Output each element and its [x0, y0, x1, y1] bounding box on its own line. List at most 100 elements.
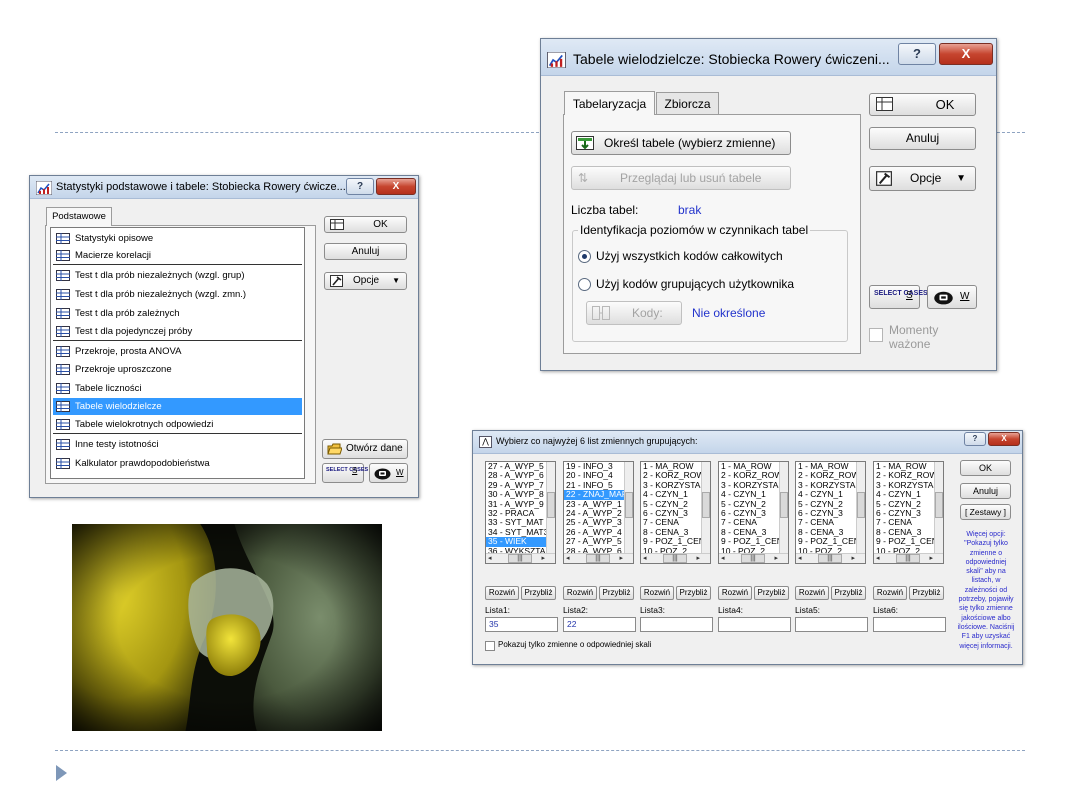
tab-tabelaryzacja[interactable]: Tabelaryzacja: [564, 91, 655, 115]
list-item[interactable]: 1 - MA_ROW: [641, 462, 710, 471]
close-button[interactable]: X: [939, 43, 993, 65]
list-item[interactable]: 1 - MA_ROW: [796, 462, 865, 471]
vertical-scrollbar[interactable]: [546, 462, 555, 554]
scroll-thumb[interactable]: [780, 492, 788, 518]
scroll-left-icon[interactable]: ◂: [876, 554, 880, 563]
weight-button[interactable]: W: [927, 285, 977, 309]
scroll-left-icon[interactable]: ◂: [798, 554, 802, 563]
list-item[interactable]: Przekroje uproszczone: [53, 361, 302, 378]
list-item[interactable]: 6 - CZYN_3: [641, 509, 710, 518]
horizontal-scrollbar[interactable]: ◂ ||| ▸: [874, 553, 943, 563]
scroll-right-icon[interactable]: ▸: [696, 554, 700, 563]
scroll-right-icon[interactable]: ▸: [774, 554, 778, 563]
variable-list-2[interactable]: 19 - INFO_3 20 - INFO_4 21 - INFO_5 22 - ZN…: [563, 461, 634, 564]
list-item[interactable]: 20 - INFO_4: [564, 471, 633, 480]
list-item[interactable]: 29 - A_WYP_7: [486, 481, 555, 490]
list-item[interactable]: 22 - ZNAJ_MAR: [564, 490, 633, 500]
list-value-input[interactable]: [718, 617, 791, 632]
scroll-left-icon[interactable]: ◂: [643, 554, 647, 563]
weighted-moments-checkbox[interactable]: Momenty ważone: [869, 323, 979, 355]
list-item[interactable]: 28 - A_WYP_6: [486, 471, 555, 480]
list-item[interactable]: 27 - A_WYP_5: [486, 462, 555, 471]
vertical-scrollbar[interactable]: [856, 462, 865, 554]
list-item[interactable]: 32 - PRACA: [486, 509, 555, 518]
list-item[interactable]: 6 - CZYN_3: [796, 509, 865, 518]
scroll-thumb[interactable]: [625, 492, 633, 518]
zoom-button[interactable]: Przybliż: [909, 586, 944, 600]
help-button[interactable]: ?: [964, 432, 986, 446]
list-item[interactable]: 2 - KORZ_ROW: [641, 471, 710, 480]
list-item[interactable]: 24 - A_WYP_2: [564, 509, 633, 518]
list-item[interactable]: 19 - INFO_3: [564, 462, 633, 471]
sets-button[interactable]: [ Zestawy ]: [960, 504, 1011, 520]
list-item[interactable]: 4 - CZYN_1: [874, 490, 943, 499]
list-item[interactable]: Macierze korelacji: [53, 247, 302, 264]
list-item[interactable]: 23 - A_WYP_1: [564, 500, 633, 509]
codes-button[interactable]: Kody:: [586, 301, 682, 325]
tab-podstawowe[interactable]: Podstawowe: [46, 207, 112, 226]
scroll-thumb[interactable]: [857, 492, 865, 518]
list-item[interactable]: 35 - WIEK: [486, 537, 555, 547]
expand-button[interactable]: Rozwiń: [485, 586, 519, 600]
horizontal-scrollbar[interactable]: ◂ ||| ▸: [564, 553, 633, 563]
scroll-left-icon[interactable]: ◂: [721, 554, 725, 563]
list-item[interactable]: 5 - CZYN_2: [641, 500, 710, 509]
cancel-button[interactable]: Anuluj: [869, 127, 976, 150]
list-item[interactable]: 3 - KORZYSTA3: [796, 481, 865, 490]
list-item[interactable]: 4 - CZYN_1: [796, 490, 865, 499]
variable-list-6[interactable]: 1 - MA_ROW 2 - KORZ_ROW 3 - KORZYSTA3 4 - C…: [873, 461, 944, 564]
list-item[interactable]: 9 - POZ_1_CENA: [874, 537, 943, 546]
horizontal-scrollbar[interactable]: ◂ ||| ▸: [486, 553, 555, 563]
help-button[interactable]: ?: [346, 178, 374, 195]
list-item[interactable]: 34 - SYT_MAT3: [486, 528, 555, 537]
expand-button[interactable]: Rozwiń: [795, 586, 829, 600]
zoom-button[interactable]: Przybliż: [676, 586, 711, 600]
select-cases-button[interactable]: SELECT CASES S: [869, 285, 928, 309]
list-item[interactable]: 5 - CZYN_2: [796, 500, 865, 509]
horizontal-scrollbar[interactable]: ◂ ||| ▸: [796, 553, 865, 563]
analysis-list[interactable]: Statystyki opisowe Macierze korelacji Test…: [50, 227, 305, 479]
list-item[interactable]: 1 - MA_ROW: [719, 462, 788, 471]
list-item[interactable]: 1 - MA_ROW: [874, 462, 943, 471]
variable-list-5[interactable]: 1 - MA_ROW 2 - KORZ_ROW 3 - KORZYSTA3 4 - C…: [795, 461, 866, 564]
list-item[interactable]: 7 - CENA: [641, 518, 710, 527]
list-item[interactable]: 8 - CENA_3: [641, 528, 710, 537]
list-item[interactable]: 5 - CZYN_2: [719, 500, 788, 509]
list-item[interactable]: Test t dla prób niezależnych (wzgl. grup…: [53, 267, 302, 284]
cancel-button[interactable]: Anuluj: [324, 243, 407, 260]
expand-button[interactable]: Rozwiń: [563, 586, 597, 600]
list-item[interactable]: 7 - CENA: [874, 518, 943, 527]
scroll-right-icon[interactable]: ▸: [851, 554, 855, 563]
list-value-input[interactable]: 22: [563, 617, 636, 632]
list-item[interactable]: 8 - CENA_3: [796, 528, 865, 537]
close-button[interactable]: X: [988, 432, 1020, 446]
list-item[interactable]: 33 - SYT_MAT: [486, 518, 555, 527]
list-item[interactable]: 7 - CENA: [796, 518, 865, 527]
vertical-scrollbar[interactable]: [934, 462, 943, 554]
list-value-input[interactable]: 35: [485, 617, 558, 632]
weight-button[interactable]: W: [369, 463, 408, 483]
list-value-input[interactable]: [795, 617, 868, 632]
expand-button[interactable]: Rozwiń: [873, 586, 907, 600]
zoom-button[interactable]: Przybliż: [754, 586, 789, 600]
list-item[interactable]: 6 - CZYN_3: [874, 509, 943, 518]
options-button[interactable]: Opcje ▼: [869, 166, 976, 191]
list-item[interactable]: 5 - CZYN_2: [874, 500, 943, 509]
vertical-scrollbar[interactable]: [701, 462, 710, 554]
list-item[interactable]: Kalkulator prawdopodobieństwa: [53, 455, 302, 472]
list-item[interactable]: 4 - CZYN_1: [641, 490, 710, 499]
vertical-scrollbar[interactable]: [779, 462, 788, 554]
list-item[interactable]: 26 - A_WYP_4: [564, 528, 633, 537]
variable-list-1[interactable]: 27 - A_WYP_5 28 - A_WYP_6 29 - A_WYP_7 30 -…: [485, 461, 556, 564]
ok-button[interactable]: OK: [869, 93, 976, 116]
scroll-thumb[interactable]: [702, 492, 710, 518]
list-item[interactable]: 2 - KORZ_ROW: [874, 471, 943, 480]
scroll-thumb[interactable]: [935, 492, 943, 518]
list-item[interactable]: 3 - KORZYSTA3: [719, 481, 788, 490]
list-item[interactable]: Test t dla pojedynczej próby: [53, 323, 302, 340]
variable-list-3[interactable]: 1 - MA_ROW 2 - KORZ_ROW 3 - KORZYSTA3 4 - C…: [640, 461, 711, 564]
list-item[interactable]: Statystyki opisowe: [53, 230, 302, 247]
list-item[interactable]: 8 - CENA_3: [719, 528, 788, 537]
list-item[interactable]: Tabele liczności: [53, 380, 302, 397]
scroll-thumb[interactable]: [547, 492, 555, 518]
